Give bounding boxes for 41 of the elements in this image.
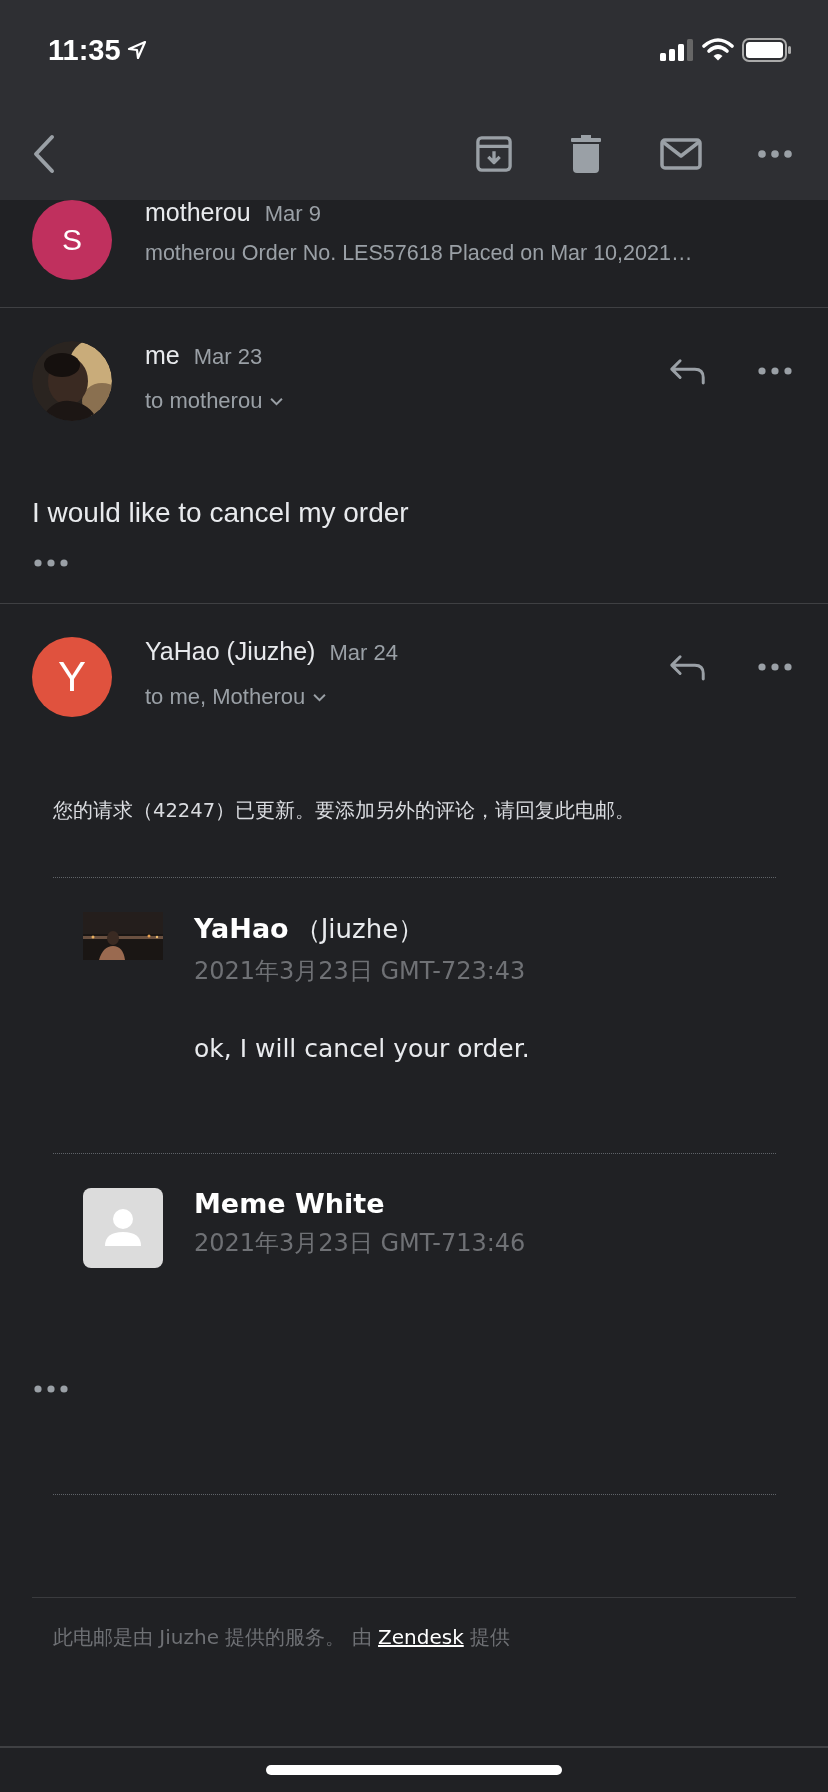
- sender-name: YaHao (Jiuzhe): [145, 637, 316, 666]
- ellipsis-icon: [34, 559, 68, 567]
- location-arrow-icon: [126, 40, 147, 60]
- comment-author: YaHao: [194, 913, 289, 944]
- comment-text: ok, I will cancel your order.: [194, 1034, 530, 1063]
- trash-icon[interactable]: [568, 135, 604, 173]
- message-snippet: motherou Order No. LES57618 Placed on Mar 10,2021…: [145, 241, 694, 266]
- reply-icon[interactable]: [669, 653, 706, 681]
- chevron-down-icon: [313, 692, 327, 702]
- archive-icon[interactable]: [476, 135, 512, 173]
- recipients-toggle[interactable]: to motherou: [145, 388, 636, 414]
- recipients-toggle[interactable]: to me, Motherou: [145, 684, 636, 710]
- zendesk-link[interactable]: Zendesk: [378, 1625, 464, 1649]
- battery-icon: [742, 38, 792, 62]
- ticket-notice: 您的请求（42247）已更新。要添加另外的评论，请回复此电邮。: [53, 798, 637, 824]
- chevron-down-icon: [270, 396, 284, 406]
- comment-author: Meme White: [194, 1188, 385, 1219]
- sender-name: motherou: [145, 198, 251, 227]
- mail-icon[interactable]: [660, 138, 702, 170]
- message-body: I would like to cancel my order: [32, 497, 410, 529]
- avatar: S: [32, 200, 112, 280]
- status-time: 11:35: [48, 33, 121, 67]
- wifi-icon: [702, 38, 734, 62]
- reply-icon[interactable]: [669, 357, 706, 385]
- back-icon[interactable]: [32, 134, 56, 174]
- comment-organization: （Jiuzhe）: [294, 913, 425, 946]
- sender-name: me: [145, 341, 180, 370]
- footer-text: 此电邮是由 Jiuzhe 提供的服务。 由 Zendesk 提供: [53, 1624, 512, 1651]
- message-date: Mar 23: [193, 344, 263, 370]
- message-date: Mar 9: [264, 201, 321, 227]
- comment-time: 2021年3月23日 GMT-723:43: [194, 956, 527, 987]
- collapsed-message[interactable]: S motherou Mar 9 motherou Order No. LES57618 Placed on Mar 10,2021…: [0, 200, 828, 308]
- avatar: Y: [32, 637, 112, 717]
- comment-time: 2021年3月23日 GMT-713:46: [194, 1228, 526, 1259]
- message-date: Mar 24: [329, 640, 398, 666]
- more-icon[interactable]: [758, 150, 792, 158]
- signal-icon: [660, 39, 694, 61]
- person-placeholder-icon: [83, 1188, 163, 1268]
- more-icon[interactable]: [758, 367, 792, 375]
- more-icon[interactable]: [758, 663, 792, 671]
- ellipsis-icon: [34, 1385, 68, 1393]
